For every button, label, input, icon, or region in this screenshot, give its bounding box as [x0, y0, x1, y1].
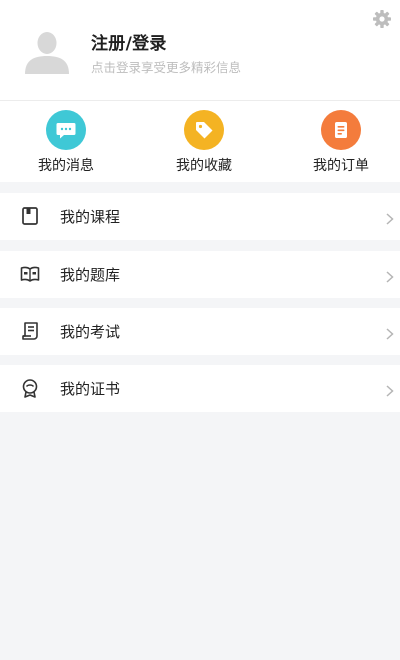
my-orders-label: 我的订单 — [313, 158, 369, 174]
menu-item-label: 我的课程 — [60, 208, 121, 226]
menu-item-my-question-bank[interactable]: 我的题库 — [0, 251, 400, 298]
chevron-right-icon — [385, 382, 395, 397]
login-register-title[interactable]: 注册/登录 — [91, 29, 167, 54]
menu-item-label: 我的考试 — [60, 323, 121, 341]
chevron-right-icon — [385, 325, 395, 340]
my-favorites-label: 我的收藏 — [176, 158, 232, 174]
quick-actions-bar: 我的消息 我的收藏 我的订单 — [0, 101, 400, 182]
my-messages-label: 我的消息 — [38, 158, 94, 174]
message-icon — [46, 110, 86, 150]
chevron-right-icon — [385, 268, 395, 283]
profile-header: 注册/登录 点击登录享受更多精彩信息 — [0, 0, 400, 100]
question-bank-icon — [20, 264, 40, 284]
menu-item-my-exams[interactable]: 我的考试 — [0, 308, 400, 355]
menu-item-label: 我的证书 — [60, 380, 121, 398]
certificate-icon — [20, 378, 40, 398]
menu-item-my-courses[interactable]: 我的课程 — [0, 193, 400, 240]
gear-icon[interactable] — [372, 9, 392, 29]
chevron-right-icon — [385, 210, 395, 225]
default-avatar-icon[interactable] — [22, 28, 72, 74]
course-icon — [20, 206, 40, 226]
menu-item-label: 我的题库 — [60, 266, 121, 284]
profile-page: 注册/登录 点击登录享受更多精彩信息 我的消息 我的收藏 我的订单 我的课程 我… — [0, 0, 400, 660]
my-favorites-button[interactable]: 我的收藏 — [144, 101, 264, 182]
my-messages-button[interactable]: 我的消息 — [6, 101, 126, 182]
login-hint-text: 点击登录享受更多精彩信息 — [91, 60, 242, 75]
menu-item-my-certificates[interactable]: 我的证书 — [0, 365, 400, 412]
exam-icon — [20, 321, 40, 341]
my-orders-button[interactable]: 我的订单 — [281, 101, 400, 182]
order-icon — [321, 110, 361, 150]
tag-icon — [184, 110, 224, 150]
